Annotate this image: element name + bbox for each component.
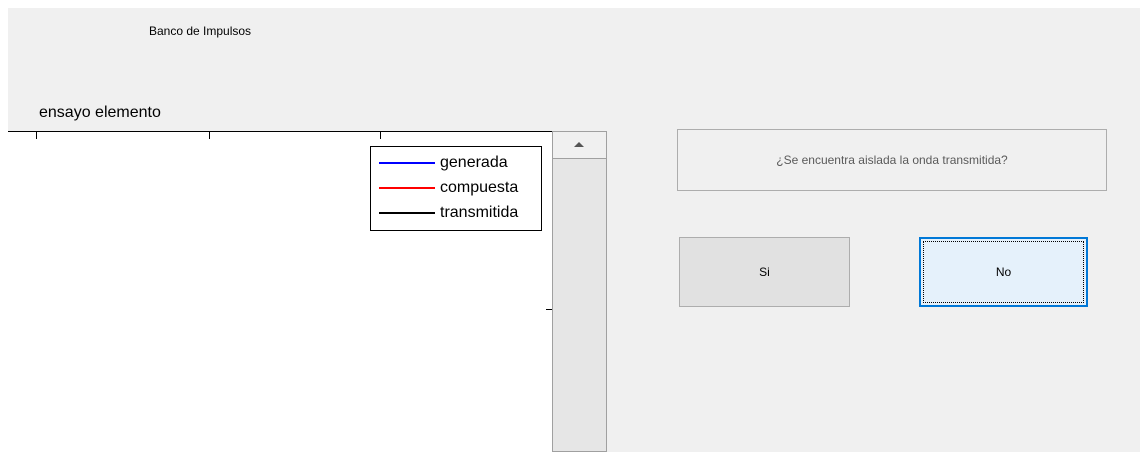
- axis-tick: [380, 131, 381, 139]
- scroll-up-button[interactable]: [553, 132, 606, 159]
- legend-label: transmitida: [440, 204, 519, 221]
- question-text: ¿Se encuentra aislada la onda transmitid…: [677, 129, 1107, 191]
- si-button[interactable]: Si: [679, 237, 850, 307]
- top-axis-line: [8, 131, 554, 132]
- axis-tick: [36, 131, 37, 139]
- legend-entry-generada: generada: [379, 151, 508, 175]
- legend-label: compuesta: [440, 179, 519, 196]
- legend-entry-compuesta: compuesta: [379, 176, 518, 200]
- plot-axes: generada compuesta transmitida: [8, 131, 554, 452]
- legend-line: [379, 212, 435, 214]
- legend: generada compuesta transmitida: [370, 146, 542, 231]
- app-title: Banco de Impulsos: [149, 24, 252, 38]
- no-button[interactable]: No: [919, 237, 1088, 307]
- legend-entry-transmitida: transmitida: [379, 201, 518, 225]
- axis-tick: [209, 131, 210, 139]
- legend-line: [379, 187, 435, 189]
- arrow-up-icon: [574, 142, 584, 147]
- legend-line: [379, 162, 435, 164]
- axes-title: ensayo elemento: [39, 104, 161, 121]
- legend-label: generada: [440, 154, 508, 171]
- vertical-scrollbar[interactable]: [552, 131, 607, 452]
